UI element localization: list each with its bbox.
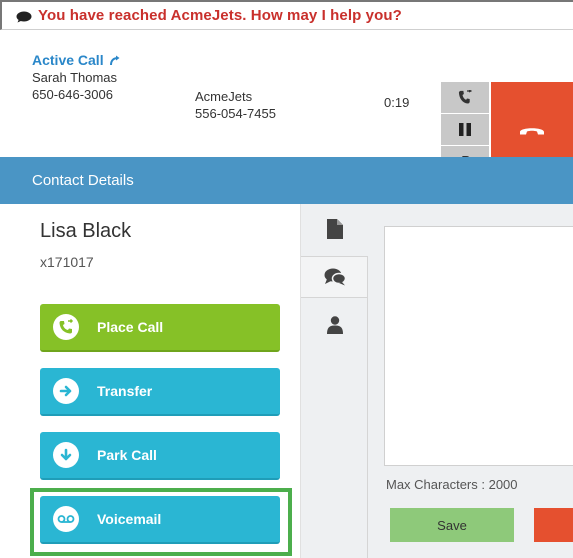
hangup-phone-icon: [520, 127, 544, 134]
max-characters-label: Max Characters : 2000: [386, 477, 518, 492]
save-button[interactable]: Save: [390, 508, 514, 542]
place-call-button[interactable]: Place Call: [40, 304, 280, 352]
company-info: AcmeJets 556-054-7455: [195, 88, 276, 122]
place-call-label: Place Call: [97, 319, 164, 335]
park-call-label: Park Call: [97, 447, 157, 463]
active-call-panel: Active Call Sarah Thomas 650-646-3006 Ac…: [0, 30, 573, 177]
arrow-right-icon: [53, 378, 79, 404]
note-panel: Max Characters : 2000 Save: [368, 204, 573, 558]
greeting-banner: You have reached AcmeJets. How may I hel…: [0, 0, 573, 30]
phone-transfer-icon: [458, 89, 472, 103]
detail-tabs: [300, 204, 369, 558]
contact-name: Lisa Black: [40, 220, 132, 242]
tab-chat[interactable]: [301, 256, 369, 298]
park-call-button[interactable]: Park Call: [40, 432, 280, 480]
hold-button[interactable]: [441, 114, 489, 145]
caller-number: 650-646-3006: [32, 87, 113, 102]
contact-extension: x171017: [40, 254, 94, 270]
call-timer: 0:19: [384, 95, 410, 110]
caller-info: Active Call Sarah Thomas 650-646-3006: [32, 52, 121, 103]
tab-profile[interactable]: [301, 304, 369, 346]
transfer-button[interactable]: Transfer: [40, 368, 280, 416]
contact-details-title: Contact Details: [32, 172, 134, 189]
caller-name: Sarah Thomas: [32, 70, 118, 85]
arrow-down-icon: [53, 442, 79, 468]
place-call-icon: [53, 314, 79, 340]
contact-details-header: Contact Details: [0, 157, 573, 204]
user-icon: [327, 316, 343, 334]
voicemail-highlight: [30, 488, 292, 556]
pause-icon: [459, 123, 471, 136]
company-name: AcmeJets: [195, 89, 253, 104]
chat-icon: [324, 268, 346, 286]
chat-bubble-icon: [16, 10, 32, 22]
cancel-button[interactable]: [534, 508, 573, 542]
transfer-label: Transfer: [97, 383, 153, 399]
transfer-call-button[interactable]: [441, 82, 489, 113]
tab-notes[interactable]: [301, 208, 369, 250]
company-number: 556-054-7455: [195, 106, 276, 121]
greeting-text: You have reached AcmeJets. How may I hel…: [38, 7, 402, 24]
call-forward-icon: [109, 55, 120, 65]
document-icon: [327, 219, 343, 239]
note-textarea[interactable]: [384, 226, 573, 466]
active-call-label: Active Call: [32, 52, 121, 69]
